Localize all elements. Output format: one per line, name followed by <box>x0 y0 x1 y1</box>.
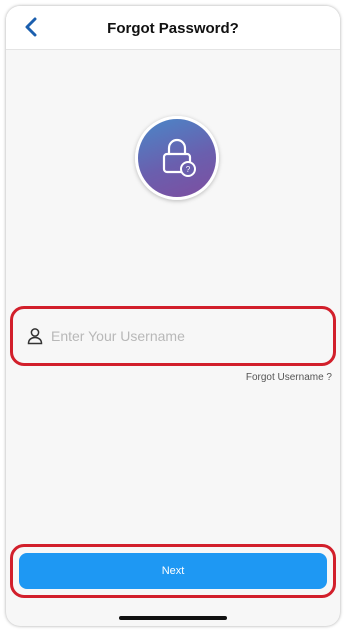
page-title: Forgot Password? <box>107 20 239 37</box>
next-button[interactable]: Next <box>19 553 327 589</box>
username-field[interactable] <box>21 317 325 355</box>
home-indicator <box>119 616 227 620</box>
phone-screen: Forgot Password? ? Forgot Username ? Nex… <box>6 6 340 626</box>
next-highlight: Next <box>10 544 336 598</box>
username-input[interactable] <box>51 328 325 344</box>
svg-text:?: ? <box>186 165 191 174</box>
user-icon <box>27 328 43 345</box>
nav-header: Forgot Password? <box>6 6 340 50</box>
forgot-username-link[interactable]: Forgot Username ? <box>246 372 332 383</box>
username-highlight <box>10 306 336 366</box>
lock-question-icon: ? <box>162 138 196 177</box>
lock-avatar: ? <box>135 116 219 200</box>
